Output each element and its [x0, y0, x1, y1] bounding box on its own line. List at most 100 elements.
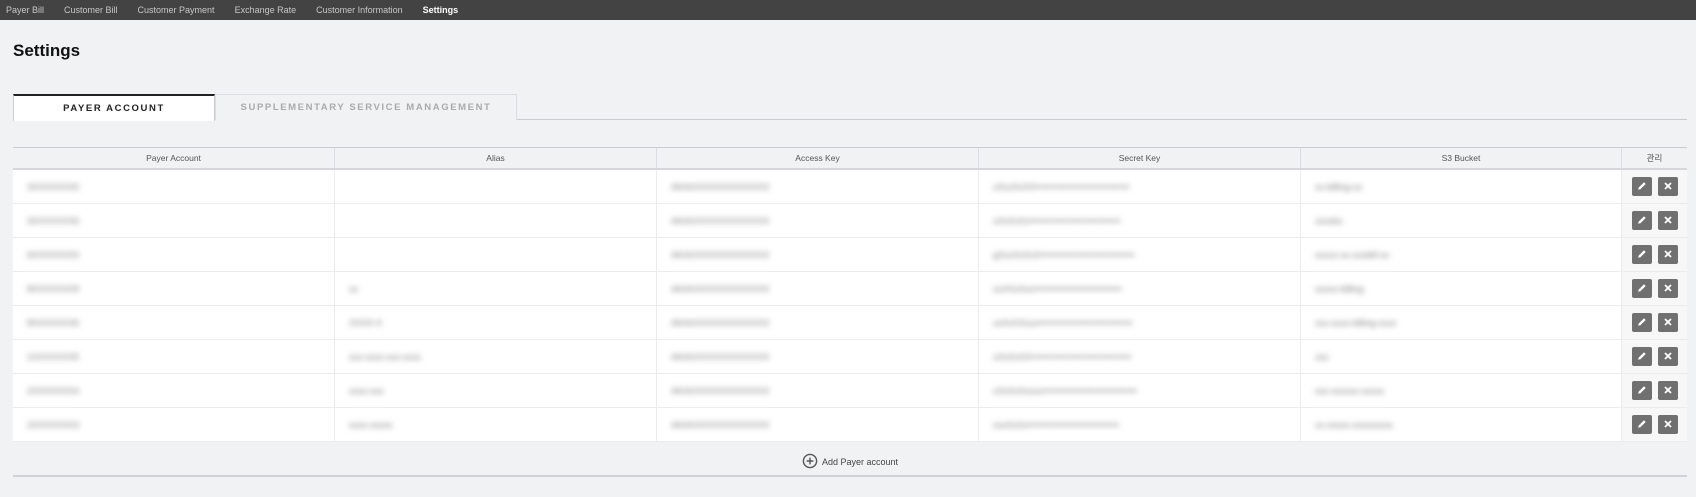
- cell-payer-account: 8XXXXXXX9: [13, 272, 335, 305]
- cell-alias: xxx-xxxx-xxx-xxxx: [335, 340, 657, 373]
- row-actions: [1622, 238, 1687, 271]
- column-header-secret-key[interactable]: Secret Key: [979, 148, 1301, 168]
- delete-button[interactable]: [1657, 177, 1678, 196]
- pencil-icon: [1637, 351, 1647, 363]
- add-row: Add Payer account: [13, 449, 1687, 477]
- pencil-icon: [1637, 317, 1647, 329]
- cell-value: AKIAXXXXXXXXXXXXX: [671, 385, 770, 396]
- cell-alias: xxxx-xxx: [335, 374, 657, 407]
- cell-payer-account: 8XXXXXXX6: [13, 306, 335, 339]
- tab-payer-account[interactable]: PAYER ACCOUNT: [13, 94, 215, 121]
- edit-button[interactable]: [1631, 347, 1652, 366]
- cell-value: xx-billing-xx: [1315, 181, 1363, 192]
- pencil-icon: [1637, 419, 1647, 431]
- nav-item-exchange-rate[interactable]: Exchange Rate: [235, 5, 297, 15]
- cell-value: xxxXxXx•••••••••••••••••••••••••••••: [993, 419, 1119, 430]
- page-title: Settings: [13, 41, 81, 60]
- cell-value: xXxxXxXX••••••••••••••••••••••••••••••: [993, 181, 1130, 192]
- nav-item-customer-bill[interactable]: Customer Bill: [64, 5, 118, 15]
- pencil-icon: [1637, 181, 1647, 193]
- row-actions: [1622, 272, 1687, 305]
- edit-button[interactable]: [1631, 245, 1652, 264]
- delete-button[interactable]: [1657, 415, 1678, 434]
- edit-button[interactable]: [1631, 415, 1652, 434]
- close-icon: [1663, 283, 1673, 295]
- edit-button[interactable]: [1631, 279, 1652, 298]
- nav-item-customer-information[interactable]: Customer Information: [316, 5, 403, 15]
- cell-value: xxxxbx: [1315, 215, 1343, 226]
- cell-value: xxxx-xxx: [349, 385, 384, 396]
- delete-button[interactable]: [1657, 279, 1678, 298]
- cell-payer-account: 2XXXXXXX4: [13, 374, 335, 407]
- cell-value: AKIAXXXXXXXXXXXXX: [671, 215, 770, 226]
- cell-alias: [335, 170, 657, 203]
- column-header-manage: 관리: [1646, 153, 1663, 163]
- column-header-s3-bucket[interactable]: S3 Bucket: [1301, 148, 1622, 168]
- cell-access-key: AKIAXXXXXXXXXXXXX: [657, 238, 979, 271]
- cell-value: 3XXXXXXX0: [27, 181, 80, 192]
- cell-value: xx: [349, 283, 358, 294]
- column-header-access-key[interactable]: Access Key: [657, 148, 979, 168]
- cell-value: xxxx-xxxxx: [349, 419, 393, 430]
- row-actions: [1622, 306, 1687, 339]
- edit-button[interactable]: [1631, 177, 1652, 196]
- row-actions: [1622, 170, 1687, 203]
- cell-value: XXXX-X: [349, 317, 383, 328]
- cell-value: xXxXxXx•••••••••••••••••••••••••••••: [993, 215, 1121, 226]
- edit-button[interactable]: [1631, 381, 1652, 400]
- cell-value: AKIAXXXXXXXXXXXXX: [671, 419, 770, 430]
- edit-button[interactable]: [1631, 211, 1652, 230]
- close-icon: [1663, 419, 1673, 431]
- column-header-payer-account[interactable]: Payer Account: [13, 148, 335, 168]
- nav-item-customer-payment[interactable]: Customer Payment: [138, 5, 215, 15]
- tab-supplementary-service-management[interactable]: SUPPLEMENTARY SERVICE MANAGEMENT: [215, 94, 517, 120]
- pencil-icon: [1637, 385, 1647, 397]
- top-nav: Payer Bill Customer Bill Customer Payment E…: [0, 0, 1696, 20]
- nav-item-settings[interactable]: Settings: [423, 5, 459, 15]
- cell-s3-bucket: xx-xxxxx-xxxxxxxxx: [1301, 408, 1622, 441]
- cell-value: xxx-xxxx-billing-xxxx: [1315, 317, 1397, 328]
- delete-button[interactable]: [1657, 381, 1678, 400]
- cell-value: AKIAXXXXXXXXXXXXX: [671, 351, 770, 362]
- table-row: 2XXXXXXX3 xxxx-xxxxx AKIAXXXXXXXXXXXXX xxxX…: [13, 408, 1687, 442]
- cell-payer-account: 6XXXXXXX0: [13, 238, 335, 271]
- cell-s3-bucket: xxx-xxxx-billing-xxxx: [1301, 306, 1622, 339]
- cell-access-key: AKIAXXXXXXXXXXXXX: [657, 170, 979, 203]
- row-actions: [1622, 408, 1687, 441]
- table-row: 6XXXXXXX0 AKIAXXXXXXXXXXXXX gXxxXxXxX•••••…: [13, 238, 1687, 272]
- cell-access-key: AKIAXXXXXXXXXXXXX: [657, 204, 979, 237]
- cell-s3-bucket: xx-billing-xx: [1301, 170, 1622, 203]
- cell-alias: [335, 204, 657, 237]
- cell-secret-key: xXxXxXX••••••••••••••••••••••••••••••••: [979, 340, 1301, 373]
- cell-value: xxxxx-xx-xxxbill-xx: [1315, 249, 1389, 260]
- delete-button[interactable]: [1657, 245, 1678, 264]
- delete-button[interactable]: [1657, 211, 1678, 230]
- delete-button[interactable]: [1657, 347, 1678, 366]
- nav-item-payer-bill[interactable]: Payer Bill: [6, 5, 44, 15]
- table-row: 2XXXXXXX4 xxxx-xxx AKIAXXXXXXXXXXXXX xXxXxX…: [13, 374, 1687, 408]
- tab-bar: PAYER ACCOUNT SUPPLEMENTARY SERVICE MANA…: [13, 94, 1687, 121]
- cell-access-key: AKIAXXXXXXXXXXXXX: [657, 340, 979, 373]
- table-row: 1XXXXXXX5 xxx-xxxx-xxx-xxxx AKIAXXXXXXXXXX…: [13, 340, 1687, 374]
- cell-value: xxXxXXxxx••••••••••••••••••••••••••••••: [993, 317, 1133, 328]
- cell-secret-key: xXxXxXx•••••••••••••••••••••••••••••: [979, 204, 1301, 237]
- cell-value: 3XXXXXXX6: [27, 215, 80, 226]
- edit-button[interactable]: [1631, 313, 1652, 332]
- cell-secret-key: xXxxXxXX••••••••••••••••••••••••••••••: [979, 170, 1301, 203]
- payer-account-table: Payer Account Alias Access Key Secret Ke…: [13, 147, 1687, 442]
- cell-value: 8XXXXXXX6: [27, 317, 80, 328]
- delete-button[interactable]: [1657, 313, 1678, 332]
- cell-payer-account: 1XXXXXXX5: [13, 340, 335, 373]
- add-payer-account-label: Add Payer account: [821, 457, 899, 467]
- add-payer-account-button[interactable]: Add Payer account: [802, 453, 898, 471]
- row-actions: [1622, 204, 1687, 237]
- cell-s3-bucket: xxxxx-xx-xxxbill-xx: [1301, 238, 1622, 271]
- cell-alias: [335, 238, 657, 271]
- cell-payer-account: 3XXXXXXX6: [13, 204, 335, 237]
- column-header-alias[interactable]: Alias: [335, 148, 657, 168]
- cell-s3-bucket: xxx: [1301, 340, 1622, 373]
- cell-access-key: AKIAXXXXXXXXXXXXX: [657, 272, 979, 305]
- cell-access-key: AKIAXXXXXXXXXXXXX: [657, 306, 979, 339]
- cell-s3-bucket: xxxxbx: [1301, 204, 1622, 237]
- cell-value: xxx: [1315, 351, 1329, 362]
